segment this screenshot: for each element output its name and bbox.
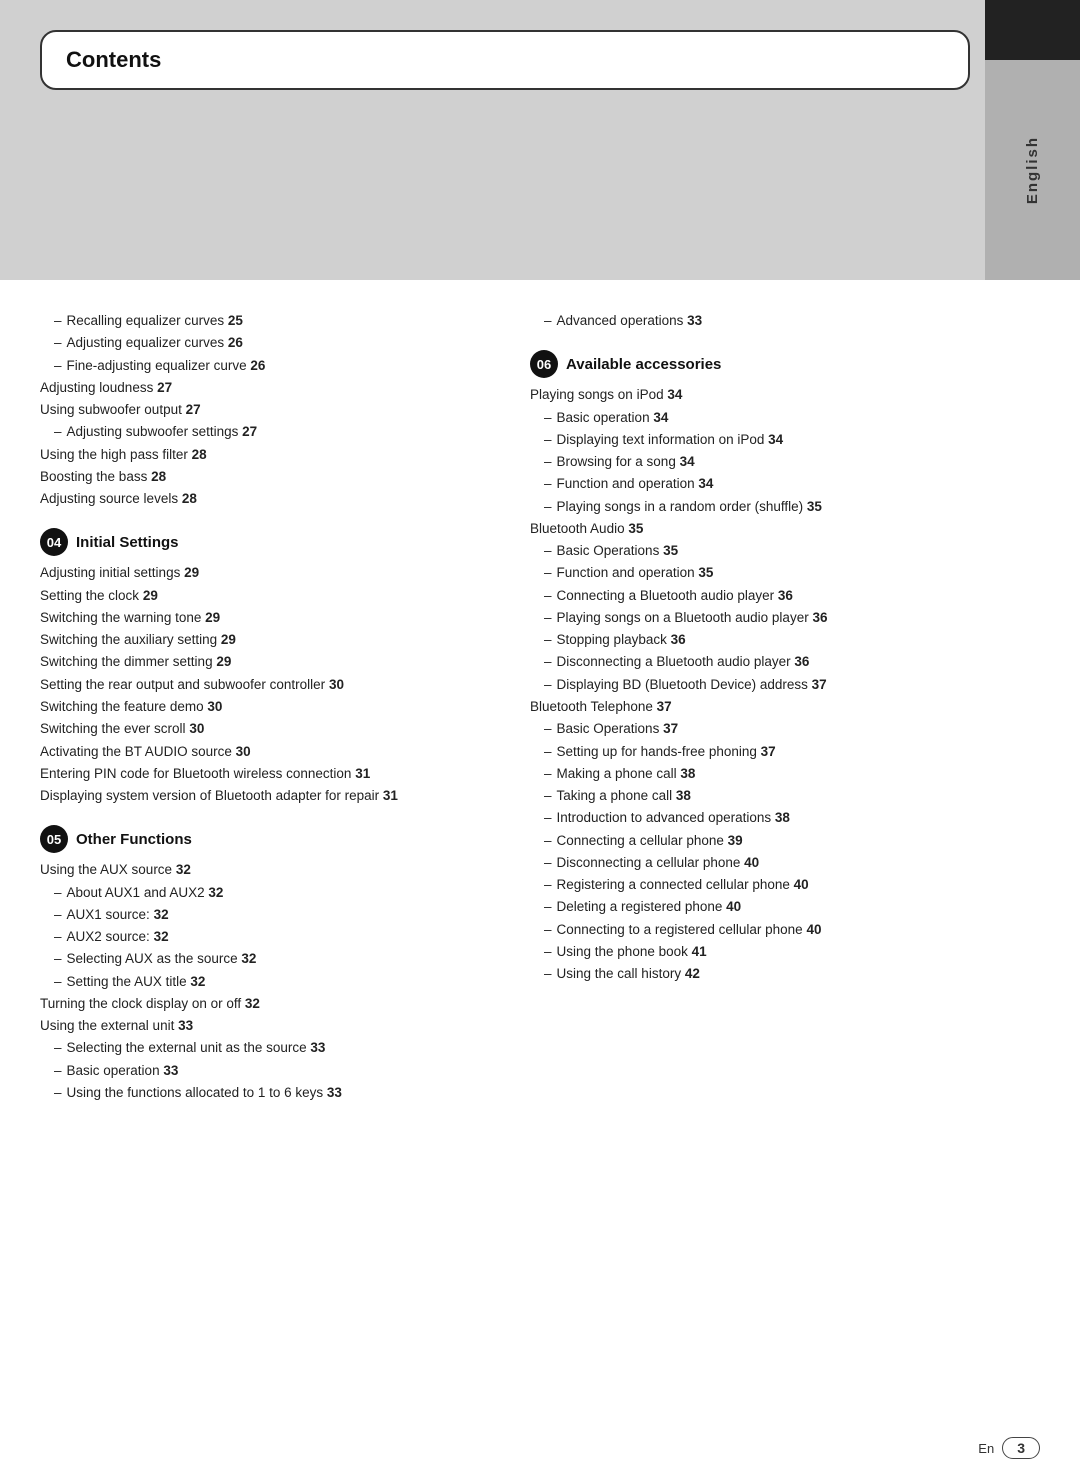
main-content: Recalling equalizer curves 25 Adjusting … bbox=[0, 280, 1080, 1144]
list-item: Adjusting initial settings 29 bbox=[40, 562, 490, 584]
page-wrapper: Contents English Recalling equalizer cur… bbox=[0, 0, 1080, 1479]
list-item: Making a phone call 38 bbox=[544, 763, 1000, 785]
list-item: Recalling equalizer curves 25 bbox=[54, 310, 490, 332]
list-item: Playing songs on iPod 34 bbox=[530, 384, 1000, 406]
list-item: Playing songs on a Bluetooth audio playe… bbox=[544, 607, 1000, 629]
list-item: Boosting the bass 28 bbox=[40, 466, 490, 488]
right-column: Advanced operations 33 06 Available acce… bbox=[520, 310, 1000, 1104]
list-item: Bluetooth Audio 35 bbox=[530, 518, 1000, 540]
list-item: Adjusting loudness 27 bbox=[40, 377, 490, 399]
list-item: Using the phone book 41 bbox=[544, 941, 1000, 963]
item-text: Fine-adjusting equalizer curve bbox=[67, 355, 251, 377]
list-item: Selecting AUX as the source 32 bbox=[54, 948, 490, 970]
bt-audio-sub-items: Basic Operations 35 Function and operati… bbox=[530, 540, 1000, 696]
list-item: Using subwoofer output 27 bbox=[40, 399, 490, 421]
section-04-badge: 04 bbox=[40, 528, 68, 556]
section-06-title: Available accessories bbox=[566, 356, 721, 373]
list-item: AUX1 source: 32 bbox=[54, 904, 490, 926]
list-item: Setting the rear output and subwoofer co… bbox=[40, 674, 490, 696]
section-04-header: 04 Initial Settings bbox=[40, 528, 490, 556]
list-item: Browsing for a song 34 bbox=[544, 451, 1000, 473]
list-item: Using the high pass filter 28 bbox=[40, 444, 490, 466]
bt-tel-sub-items: Basic Operations 37 Setting up for hands… bbox=[530, 718, 1000, 985]
english-tab: English bbox=[985, 0, 1080, 280]
list-item: Turning the clock display on or off 32 bbox=[40, 993, 490, 1015]
list-item: Disconnecting a Bluetooth audio player 3… bbox=[544, 651, 1000, 673]
list-item: Introduction to advanced operations 38 bbox=[544, 807, 1000, 829]
list-item: Setting the clock 29 bbox=[40, 585, 490, 607]
list-item: AUX2 source: 32 bbox=[54, 926, 490, 948]
advanced-ops-sub: Advanced operations 33 bbox=[530, 310, 1000, 332]
list-item: Deleting a registered phone 40 bbox=[544, 896, 1000, 918]
list-item: Switching the warning tone 29 bbox=[40, 607, 490, 629]
contents-box: Contents bbox=[40, 30, 970, 90]
item-text: Adjusting equalizer curves bbox=[67, 332, 228, 354]
list-item: Using the functions allocated to 1 to 6 … bbox=[54, 1082, 490, 1104]
list-item: Switching the auxiliary setting 29 bbox=[40, 629, 490, 651]
page-num: 25 bbox=[228, 310, 243, 332]
page-num: 26 bbox=[228, 332, 243, 354]
list-item: Basic operation 34 bbox=[544, 407, 1000, 429]
section-05-title: Other Functions bbox=[76, 831, 192, 848]
list-item: Function and operation 35 bbox=[544, 562, 1000, 584]
top-header: Contents English bbox=[0, 0, 1080, 280]
list-item: Activating the BT AUDIO source 30 bbox=[40, 741, 490, 763]
ext-unit-sub-items: Selecting the external unit as the sourc… bbox=[40, 1037, 490, 1104]
page-title: Contents bbox=[66, 47, 161, 73]
section-06-header: 06 Available accessories bbox=[530, 350, 1000, 378]
tab-gray-block: English bbox=[985, 60, 1080, 280]
list-item: Adjusting source levels 28 bbox=[40, 488, 490, 510]
list-item: Adjusting subwoofer settings 27 bbox=[54, 421, 490, 443]
list-item: Setting up for hands-free phoning 37 bbox=[544, 741, 1000, 763]
list-item: Connecting to a registered cellular phon… bbox=[544, 919, 1000, 941]
list-item: Bluetooth Telephone 37 bbox=[530, 696, 1000, 718]
list-item: Using the call history 42 bbox=[544, 963, 1000, 985]
list-item: Basic Operations 37 bbox=[544, 718, 1000, 740]
list-item: Displaying system version of Bluetooth a… bbox=[40, 785, 490, 807]
footer-en-label: En bbox=[978, 1441, 994, 1456]
section-06-badge: 06 bbox=[530, 350, 558, 378]
footer-page-number: 3 bbox=[1002, 1437, 1040, 1459]
list-item: Connecting a Bluetooth audio player 36 bbox=[544, 585, 1000, 607]
list-item: Entering PIN code for Bluetooth wireless… bbox=[40, 763, 490, 785]
list-item: Advanced operations 33 bbox=[544, 310, 1000, 332]
list-item: Connecting a cellular phone 39 bbox=[544, 830, 1000, 852]
list-item: Switching the dimmer setting 29 bbox=[40, 651, 490, 673]
aux-sub-items: About AUX1 and AUX2 32 AUX1 source: 32 A… bbox=[40, 882, 490, 993]
page-footer: En 3 bbox=[978, 1437, 1040, 1459]
page-num: 27 bbox=[242, 421, 257, 443]
list-item: Basic Operations 35 bbox=[544, 540, 1000, 562]
section-05-header: 05 Other Functions bbox=[40, 825, 490, 853]
tab-black-block bbox=[985, 0, 1080, 60]
item-text: Recalling equalizer curves bbox=[67, 310, 228, 332]
list-item: Switching the ever scroll 30 bbox=[40, 718, 490, 740]
section-04-title: Initial Settings bbox=[76, 534, 179, 551]
list-item: Stopping playback 36 bbox=[544, 629, 1000, 651]
list-item: Displaying text information on iPod 34 bbox=[544, 429, 1000, 451]
ipod-sub-items: Basic operation 34 Displaying text infor… bbox=[530, 407, 1000, 518]
list-item: Taking a phone call 38 bbox=[544, 785, 1000, 807]
language-label: English bbox=[1024, 136, 1041, 204]
list-item: Playing songs in a random order (shuffle… bbox=[544, 496, 1000, 518]
list-item: About AUX1 and AUX2 32 bbox=[54, 882, 490, 904]
list-item: Function and operation 34 bbox=[544, 473, 1000, 495]
list-item: Disconnecting a cellular phone 40 bbox=[544, 852, 1000, 874]
equalizer-sub-items: Recalling equalizer curves 25 Adjusting … bbox=[40, 310, 490, 377]
subwoofer-sub: Adjusting subwoofer settings 27 bbox=[40, 421, 490, 443]
item-text: Adjusting subwoofer settings bbox=[67, 421, 243, 443]
section-05-badge: 05 bbox=[40, 825, 68, 853]
left-column: Recalling equalizer curves 25 Adjusting … bbox=[40, 310, 520, 1104]
list-item: Setting the AUX title 32 bbox=[54, 971, 490, 993]
list-item: Using the AUX source 32 bbox=[40, 859, 490, 881]
page-num: 26 bbox=[250, 355, 265, 377]
list-item: Selecting the external unit as the sourc… bbox=[54, 1037, 490, 1059]
list-item: Basic operation 33 bbox=[54, 1060, 490, 1082]
list-item: Displaying BD (Bluetooth Device) address… bbox=[544, 674, 1000, 696]
list-item: Fine-adjusting equalizer curve 26 bbox=[54, 355, 490, 377]
list-item: Adjusting equalizer curves 26 bbox=[54, 332, 490, 354]
list-item: Switching the feature demo 30 bbox=[40, 696, 490, 718]
list-item: Registering a connected cellular phone 4… bbox=[544, 874, 1000, 896]
list-item: Using the external unit 33 bbox=[40, 1015, 490, 1037]
